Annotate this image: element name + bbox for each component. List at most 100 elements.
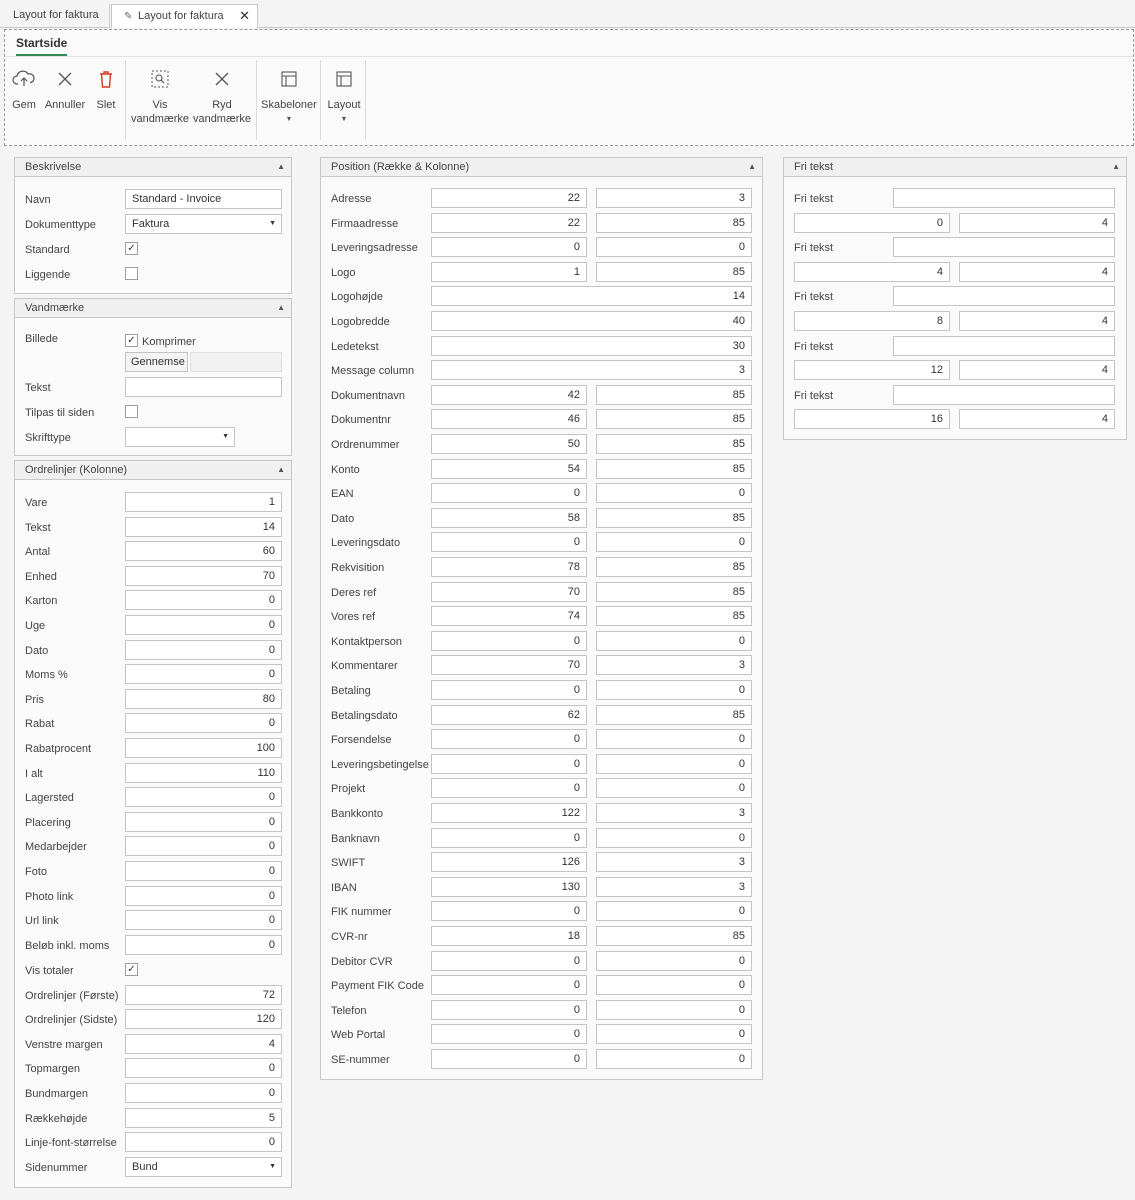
liggende-checkbox[interactable]: [125, 267, 138, 280]
ordrelinje-setting-field[interactable]: 72: [125, 984, 282, 1005]
ribbon-tab-startside[interactable]: Startside: [16, 36, 68, 56]
position-row-field[interactable]: 0: [431, 901, 587, 922]
vis-totaler-checkbox[interactable]: ✓: [125, 963, 138, 976]
gennemse-button[interactable]: Gennemse: [125, 352, 188, 372]
position-column-field[interactable]: 85: [596, 581, 752, 602]
ordrelinje-setting-field[interactable]: 0: [125, 1132, 282, 1153]
fritekst-row-field[interactable]: 4: [794, 261, 950, 282]
collapse-up-icon[interactable]: ▲: [277, 158, 285, 176]
position-column-field[interactable]: 0: [596, 729, 752, 750]
ordrelinje-field[interactable]: 0: [125, 836, 282, 857]
ordrelinje-field[interactable]: 0: [125, 639, 282, 660]
position-single-field[interactable]: 14: [431, 286, 752, 307]
fritekst-text-field[interactable]: [893, 188, 1115, 208]
layout-button[interactable]: Layout ▼: [323, 66, 365, 127]
position-row-field[interactable]: 54: [431, 458, 587, 479]
position-column-field[interactable]: 3: [596, 876, 752, 897]
watermark-tekst-field[interactable]: [125, 377, 282, 397]
fritekst-row-field[interactable]: 8: [794, 311, 950, 331]
position-row-field[interactable]: 22: [431, 188, 587, 208]
position-column-field[interactable]: 0: [596, 1024, 752, 1045]
ordrelinje-setting-field[interactable]: 4: [125, 1033, 282, 1054]
position-column-field[interactable]: 85: [596, 261, 752, 282]
position-row-field[interactable]: 42: [431, 384, 587, 405]
position-row-field[interactable]: 1: [431, 261, 587, 282]
fritekst-row-field[interactable]: 16: [794, 409, 950, 430]
view-watermark-button[interactable]: Vis vandmærke: [129, 66, 191, 126]
delete-button[interactable]: Slet: [93, 66, 119, 112]
position-row-field[interactable]: 62: [431, 704, 587, 725]
position-column-field[interactable]: 85: [596, 212, 752, 233]
ordrelinje-field[interactable]: 0: [125, 787, 282, 808]
position-column-field[interactable]: 3: [596, 188, 752, 208]
position-single-field[interactable]: 3: [431, 360, 752, 381]
collapse-up-icon[interactable]: ▲: [277, 299, 285, 317]
ordrelinje-setting-field[interactable]: 5: [125, 1107, 282, 1128]
collapse-up-icon[interactable]: ▲: [748, 158, 756, 176]
fritekst-row-field[interactable]: 0: [794, 212, 950, 233]
skrifttype-select[interactable]: [125, 427, 235, 447]
ordrelinje-field[interactable]: 0: [125, 590, 282, 611]
fritekst-row-field[interactable]: 12: [794, 360, 950, 381]
ordrelinje-field[interactable]: 0: [125, 910, 282, 931]
position-row-field[interactable]: 0: [431, 1049, 587, 1069]
position-row-field[interactable]: 0: [431, 827, 587, 848]
position-row-field[interactable]: 74: [431, 606, 587, 627]
position-row-field[interactable]: 0: [431, 1024, 587, 1045]
position-row-field[interactable]: 0: [431, 483, 587, 504]
position-row-field[interactable]: 78: [431, 557, 587, 577]
position-row-field[interactable]: 22: [431, 212, 587, 233]
position-row-field[interactable]: 0: [431, 729, 587, 750]
ordrelinje-field[interactable]: 14: [125, 516, 282, 537]
position-row-field[interactable]: 70: [431, 581, 587, 602]
navn-field[interactable]: Standard - Invoice: [125, 189, 282, 209]
fritekst-column-field[interactable]: 4: [959, 360, 1115, 381]
position-row-field[interactable]: 126: [431, 852, 587, 873]
fritekst-column-field[interactable]: 4: [959, 212, 1115, 233]
ordrelinje-field[interactable]: 0: [125, 664, 282, 685]
position-column-field[interactable]: 0: [596, 778, 752, 799]
save-button[interactable]: Gem: [11, 66, 37, 112]
tab-layout-for-faktura-2[interactable]: ✎ Layout for faktura ✕: [111, 4, 258, 28]
position-column-field[interactable]: 0: [596, 680, 752, 700]
position-column-field[interactable]: 85: [596, 458, 752, 479]
position-column-field[interactable]: 0: [596, 901, 752, 922]
position-column-field[interactable]: 0: [596, 950, 752, 971]
position-row-field[interactable]: 0: [431, 630, 587, 651]
position-column-field[interactable]: 0: [596, 483, 752, 504]
ordrelinje-field[interactable]: 0: [125, 713, 282, 734]
standard-checkbox[interactable]: ✓: [125, 242, 138, 255]
ordrelinje-field[interactable]: 0: [125, 934, 282, 955]
position-column-field[interactable]: 0: [596, 532, 752, 553]
position-column-field[interactable]: 85: [596, 434, 752, 454]
ordrelinje-setting-field[interactable]: 120: [125, 1009, 282, 1030]
position-column-field[interactable]: 85: [596, 409, 752, 430]
clear-watermark-button[interactable]: Ryd vandmærke: [191, 66, 253, 126]
position-row-field[interactable]: 122: [431, 803, 587, 823]
ordrelinje-field[interactable]: 100: [125, 738, 282, 758]
position-header[interactable]: Position (Række & Kolonne) ▲: [321, 158, 762, 177]
position-row-field[interactable]: 0: [431, 999, 587, 1020]
position-row-field[interactable]: 0: [431, 778, 587, 799]
ordrelinje-field[interactable]: 80: [125, 688, 282, 709]
position-column-field[interactable]: 3: [596, 852, 752, 873]
sidenummer-select[interactable]: Bund: [125, 1157, 282, 1177]
ordrelinje-field[interactable]: 1: [125, 492, 282, 512]
fritekst-text-field[interactable]: [893, 335, 1115, 356]
position-column-field[interactable]: 85: [596, 557, 752, 577]
collapse-up-icon[interactable]: ▲: [277, 461, 285, 479]
ordrelinje-field[interactable]: 0: [125, 811, 282, 832]
position-single-field[interactable]: 40: [431, 311, 752, 331]
position-row-field[interactable]: 46: [431, 409, 587, 430]
collapse-up-icon[interactable]: ▲: [1112, 158, 1120, 176]
fritekst-header[interactable]: Fri tekst ▲: [784, 158, 1126, 177]
position-column-field[interactable]: 0: [596, 1049, 752, 1069]
position-column-field[interactable]: 85: [596, 507, 752, 528]
position-column-field[interactable]: 0: [596, 827, 752, 848]
position-row-field[interactable]: 130: [431, 876, 587, 897]
ordrelinje-field[interactable]: 110: [125, 762, 282, 783]
position-column-field[interactable]: 85: [596, 704, 752, 725]
position-column-field[interactable]: 0: [596, 630, 752, 651]
position-column-field[interactable]: 0: [596, 999, 752, 1020]
tab-close-icon[interactable]: ✕: [239, 5, 250, 27]
